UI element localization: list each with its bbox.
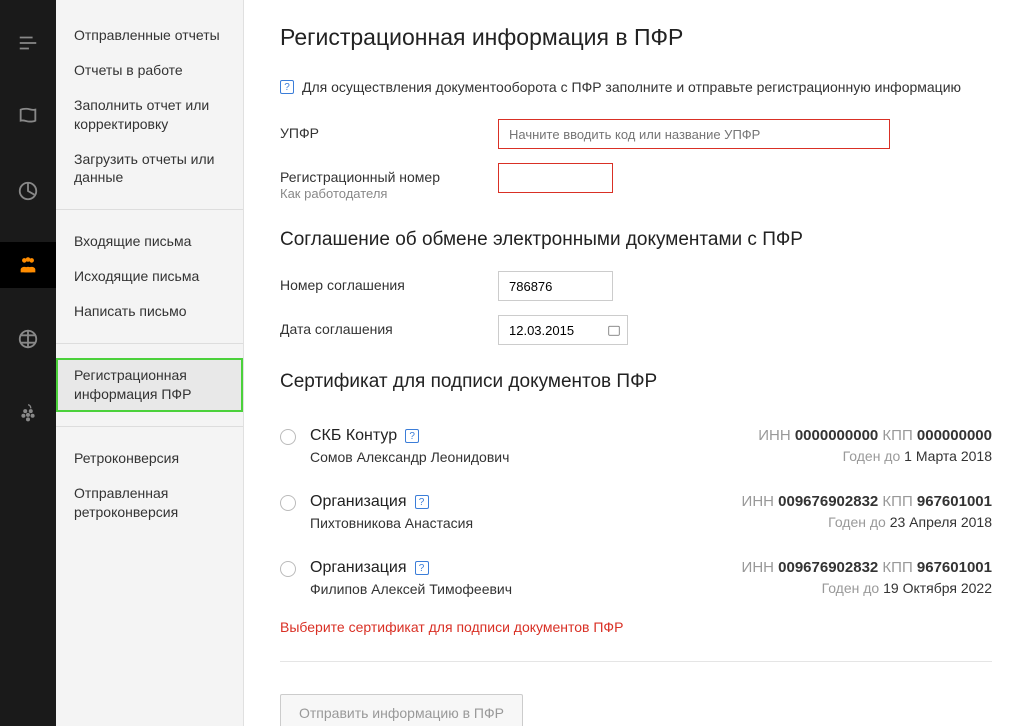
cert-heading: Сертификат для подписи документов ПФР	[280, 371, 992, 393]
sidebar: Отправленные отчеты Отчеты в работе Запо…	[56, 0, 244, 726]
agreement-heading: Соглашение об обмене электронными докуме…	[280, 229, 992, 251]
submit-button[interactable]: Отправить информацию в ПФР	[280, 694, 523, 726]
cert-org: Организация ?	[310, 493, 728, 511]
upfr-label: УПФР	[280, 119, 498, 142]
regnum-input[interactable]	[498, 163, 613, 193]
rail-item-chart[interactable]	[0, 168, 56, 214]
agreement-date-input[interactable]	[498, 315, 628, 345]
sidebar-item[interactable]: Заполнить отчет или корректировку	[56, 88, 243, 142]
agreement-num-input[interactable]	[498, 271, 613, 301]
cert-ids: ИНН 0000000000 КПП 000000000	[752, 427, 992, 444]
info-banner: ? Для осуществления документооборота с П…	[280, 79, 992, 95]
divider	[280, 661, 992, 662]
cert-person: Сомов Александр Леонидович	[310, 449, 738, 465]
sidebar-item[interactable]: Написать письмо	[56, 294, 243, 329]
upfr-input[interactable]	[498, 119, 890, 149]
cert-person: Пихтовникова Анастасия	[310, 515, 728, 531]
cert-person: Филипов Алексей Тимофеевич	[310, 581, 728, 597]
agreement-num-label: Номер соглашения	[280, 271, 498, 294]
cert-valid: Годен до 1 Марта 2018	[752, 448, 992, 464]
nav-rail	[0, 0, 56, 726]
agreement-date-label: Дата соглашения	[280, 315, 498, 338]
sidebar-item[interactable]: Исходящие письма	[56, 259, 243, 294]
sidebar-item[interactable]: Ретроконверсия	[56, 441, 243, 476]
cert-org: СКБ Контур ?	[310, 427, 738, 445]
rail-item-people[interactable]	[0, 242, 56, 288]
help-icon[interactable]: ?	[405, 429, 419, 443]
rail-item-flag[interactable]	[0, 94, 56, 140]
cert-row[interactable]: Организация ? Филипов Алексей Тимофеевич И…	[280, 545, 992, 611]
rail-item-target[interactable]	[0, 316, 56, 362]
cert-error: Выберите сертификат для подписи документ…	[280, 619, 992, 635]
sidebar-item[interactable]: Отчеты в работе	[56, 53, 243, 88]
rail-item-grapes[interactable]	[0, 390, 56, 436]
sidebar-item[interactable]: Отправленные отчеты	[56, 18, 243, 53]
cert-ids: ИНН 009676902832 КПП 967601001	[742, 493, 992, 510]
sidebar-item-registration-active[interactable]: Регистрационная информация ПФР	[56, 358, 243, 412]
info-icon: ?	[280, 80, 294, 94]
help-icon[interactable]: ?	[415, 495, 429, 509]
info-text: Для осуществления документооборота с ПФР…	[302, 79, 961, 95]
main-content: Регистрационная информация в ПФР ? Для о…	[244, 0, 1024, 726]
cert-ids: ИНН 009676902832 КПП 967601001	[742, 559, 992, 576]
cert-row[interactable]: Организация ? Пихтовникова Анастасия ИНН 0…	[280, 479, 992, 545]
cert-row[interactable]: СКБ Контур ? Сомов Александр Леонидович ИН…	[280, 413, 992, 479]
sidebar-item[interactable]: Загрузить отчеты или данные	[56, 142, 243, 196]
sidebar-item[interactable]: Отправленная ретроконверсия	[56, 476, 243, 530]
cert-valid: Годен до 19 Октября 2022	[742, 580, 992, 596]
sidebar-item[interactable]: Входящие письма	[56, 224, 243, 259]
help-icon[interactable]: ?	[415, 561, 429, 575]
regnum-label: Регистрационный номер Как работодателя	[280, 163, 498, 203]
cert-valid: Годен до 23 Апреля 2018	[742, 514, 992, 530]
page-title: Регистрационная информация в ПФР	[280, 24, 992, 51]
cert-radio[interactable]	[280, 561, 296, 577]
rail-item-list[interactable]	[0, 20, 56, 66]
cert-radio[interactable]	[280, 429, 296, 445]
cert-org: Организация ?	[310, 559, 728, 577]
cert-radio[interactable]	[280, 495, 296, 511]
